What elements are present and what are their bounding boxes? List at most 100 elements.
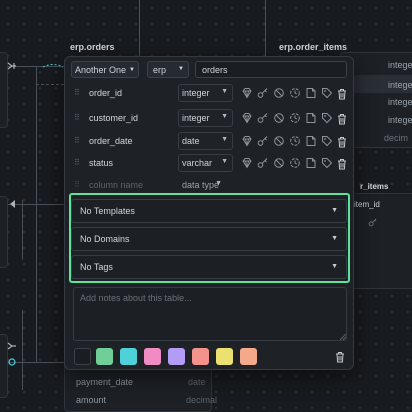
table-name-input[interactable]: orders <box>195 61 347 78</box>
note-icon[interactable] <box>305 87 317 99</box>
column-type-value: integer <box>182 113 210 123</box>
schema-select-value: erp <box>153 64 167 75</box>
column-type: intege <box>388 115 412 125</box>
trash-icon <box>338 89 346 100</box>
drag-handle-icon[interactable]: ⠿ <box>74 113 80 122</box>
note-icon[interactable] <box>305 135 317 147</box>
column-name-input[interactable]: status <box>83 154 175 172</box>
new-column-type-placeholder: data type <box>182 180 220 190</box>
color-swatch[interactable] <box>168 348 185 365</box>
column-type: date <box>188 377 206 387</box>
column-type: intege <box>388 97 412 107</box>
resize-handle-icon[interactable] <box>340 334 346 340</box>
relation-line <box>265 0 266 56</box>
column-name-input[interactable]: customer_id <box>83 109 175 127</box>
diamond-icon[interactable] <box>241 157 253 169</box>
color-swatch[interactable] <box>96 348 113 365</box>
clock-icon[interactable] <box>289 135 301 147</box>
table-title: r_items <box>360 182 389 191</box>
new-column-type-select[interactable]: data type ▼ <box>178 176 233 194</box>
delete-table-button[interactable] <box>335 350 345 368</box>
ban-icon[interactable] <box>273 157 285 169</box>
column-name-input[interactable]: order_id <box>83 84 175 102</box>
ban-icon[interactable] <box>273 87 285 99</box>
templates-select[interactable]: No Templates ▼ <box>71 199 347 223</box>
trash-icon[interactable] <box>337 87 347 105</box>
diamond-icon[interactable] <box>241 112 253 124</box>
column-type-value: varchar <box>182 158 213 168</box>
column-actions <box>241 87 333 99</box>
relation-marker-icon <box>7 62 16 70</box>
new-column-name-input[interactable]: column name <box>83 176 175 194</box>
column-row[interactable]: ⠿ status varchar ▼ <box>65 152 355 174</box>
column-type-select[interactable]: varchar ▼ <box>178 154 233 172</box>
ban-icon[interactable] <box>273 112 285 124</box>
tag-icon[interactable] <box>321 87 333 99</box>
column-type-value: integer <box>182 88 210 98</box>
chevron-down-icon: ▼ <box>221 158 228 165</box>
color-swatch[interactable] <box>144 348 161 365</box>
table-editor-panel: Another One ▼ erp ▼ orders ⠿ order_id in… <box>64 56 354 370</box>
table-notes-textarea[interactable]: Add notes about this table... <box>73 287 347 341</box>
table-color-label: Another One <box>75 64 127 75</box>
table-color-button[interactable]: Another One ▼ <box>71 61 139 78</box>
chevron-down-icon: ▼ <box>129 66 135 73</box>
relation-line <box>36 66 37 362</box>
chevron-down-icon: ▼ <box>331 263 338 270</box>
ban-icon[interactable] <box>273 135 285 147</box>
note-icon[interactable] <box>305 157 317 169</box>
tag-icon[interactable] <box>321 112 333 124</box>
clock-icon[interactable] <box>289 87 301 99</box>
trash-icon[interactable] <box>337 112 347 130</box>
drag-handle-icon[interactable]: ⠿ <box>74 158 80 167</box>
color-swatch-none[interactable] <box>74 348 91 365</box>
color-swatch[interactable] <box>240 348 257 365</box>
chevron-down-icon: ▼ <box>178 66 184 72</box>
key-icon[interactable] <box>257 112 269 124</box>
column-type-select[interactable]: integer ▼ <box>178 84 233 102</box>
clock-icon[interactable] <box>289 112 301 124</box>
relation-line <box>22 200 23 260</box>
color-swatch[interactable] <box>120 348 137 365</box>
relation-line <box>139 0 140 56</box>
key-icon[interactable] <box>257 157 269 169</box>
column-name: item_id <box>354 200 380 209</box>
column-name-input[interactable]: order_date <box>83 132 175 150</box>
column-type-select[interactable]: integer ▼ <box>178 109 233 127</box>
drag-handle-icon[interactable]: ⠿ <box>74 136 80 145</box>
drag-handle-icon[interactable]: ⠿ <box>74 88 80 97</box>
column-type-select[interactable]: date ▼ <box>178 132 233 150</box>
column-actions <box>241 112 333 124</box>
relation-marker-icon <box>43 64 63 68</box>
key-icon[interactable] <box>257 135 269 147</box>
tag-icon[interactable] <box>321 157 333 169</box>
key-icon <box>368 218 377 227</box>
schema-select[interactable]: erp ▼ <box>147 61 189 78</box>
diamond-icon[interactable] <box>241 135 253 147</box>
relation-marker-icon <box>10 200 15 208</box>
color-swatch[interactable] <box>216 348 233 365</box>
column-type: intege <box>388 60 412 70</box>
tags-select-value: No Tags <box>80 262 113 272</box>
tag-icon[interactable] <box>321 135 333 147</box>
column-type: decimal <box>186 395 218 405</box>
note-icon[interactable] <box>305 112 317 124</box>
tags-select[interactable]: No Tags ▼ <box>71 255 347 279</box>
column-row[interactable]: ⠿ order_id integer ▼ <box>65 82 355 104</box>
clock-icon[interactable] <box>289 157 301 169</box>
chevron-down-icon: ▼ <box>221 88 228 95</box>
new-column-row[interactable]: ⠿ column name data type ▼ <box>65 174 355 196</box>
chevron-down-icon: ▼ <box>215 180 222 187</box>
color-swatch[interactable] <box>192 348 209 365</box>
column-row[interactable]: ⠿ customer_id integer ▼ <box>65 107 355 129</box>
column-type: intege <box>388 80 412 90</box>
key-icon[interactable] <box>257 87 269 99</box>
column-row[interactable]: ⠿ order_date date ▼ <box>65 130 355 152</box>
domains-select-value: No Domains <box>80 234 130 244</box>
trash-icon[interactable] <box>337 157 347 175</box>
trash-icon[interactable] <box>337 135 347 153</box>
column-actions <box>241 157 333 169</box>
diamond-icon[interactable] <box>241 87 253 99</box>
domains-select[interactable]: No Domains ▼ <box>71 227 347 251</box>
trash-icon <box>338 159 346 170</box>
